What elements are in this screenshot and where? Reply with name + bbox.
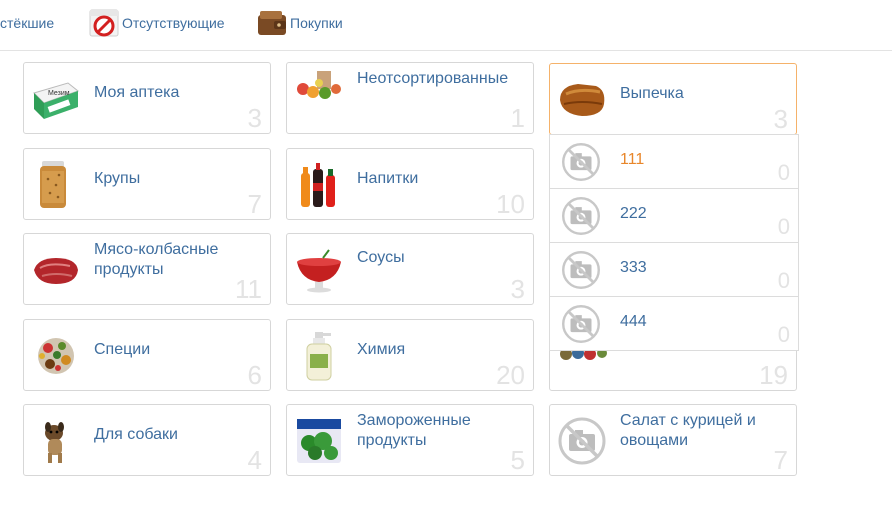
bread-icon	[556, 74, 608, 126]
no-entry-icon	[88, 7, 120, 39]
category-name: Напитки	[357, 170, 419, 187]
category-card-spices[interactable]: Специи 6	[23, 319, 271, 391]
svg-text:Мезим: Мезим	[48, 90, 70, 97]
dog-icon	[30, 415, 82, 467]
category-card-pharmacy[interactable]: Мезим Моя аптека 3	[23, 62, 271, 134]
spices-icon	[30, 330, 82, 382]
category-name: Салат с курицей и овощами	[620, 412, 756, 449]
subcategory-name: 444	[620, 313, 647, 330]
subcategory-name: 111	[620, 151, 645, 168]
item-count: 0	[777, 322, 790, 347]
no-photo-icon	[560, 195, 602, 237]
item-count: 10	[496, 189, 525, 219]
tab-purchases-label: Покупки	[290, 15, 343, 31]
item-count: 0	[777, 268, 790, 293]
no-photo-icon	[560, 249, 602, 291]
subcategory-item-444[interactable]: 444 0	[550, 296, 798, 350]
category-name: Замороженные продукты	[357, 412, 471, 449]
item-count: 7	[773, 445, 788, 475]
category-card-meat[interactable]: Мясо-колбасные продукты 11	[23, 233, 271, 305]
item-count: 6	[247, 360, 262, 390]
subcategory-item-222[interactable]: 222 0	[550, 188, 798, 242]
item-count: 20	[496, 360, 525, 390]
tab-expired[interactable]: стёкшие	[0, 0, 54, 46]
category-name: Моя аптека	[94, 84, 180, 101]
category-name: Выпечка	[620, 85, 684, 102]
item-count: 5	[510, 445, 525, 475]
category-card-sauces[interactable]: Соусы 3	[286, 233, 534, 305]
category-card-drinks[interactable]: Напитки 10	[286, 148, 534, 220]
item-count: 3	[247, 103, 262, 133]
groceries-icon	[293, 65, 345, 117]
subcategory-name: 333	[620, 259, 647, 276]
no-photo-icon	[556, 415, 608, 467]
category-card-dog[interactable]: Для собаки 4	[23, 404, 271, 476]
subcategory-item-333[interactable]: 333 0	[550, 242, 798, 296]
no-photo-icon	[560, 141, 602, 183]
category-card-unsorted[interactable]: Неотсортированные 1	[286, 62, 534, 134]
item-count: 19	[759, 360, 788, 390]
item-count: 0	[777, 214, 790, 239]
category-name: Крупы	[94, 170, 141, 187]
item-count: 0	[777, 160, 790, 185]
category-name: Химия	[357, 341, 406, 358]
category-name: Соусы	[357, 249, 405, 266]
wallet-icon	[256, 7, 288, 39]
top-tab-bar: стёкшие Отсутствующие Покупки	[0, 0, 892, 51]
category-card-frozen[interactable]: Замороженные продукты 5	[286, 404, 534, 476]
drinks-icon	[293, 159, 345, 211]
tab-expired-label: стёкшие	[0, 15, 55, 31]
soap-bottle-icon	[293, 330, 345, 382]
meat-icon	[30, 244, 82, 296]
category-name: Для собаки	[94, 426, 178, 443]
sauce-bowl-icon	[293, 244, 345, 296]
tab-missing[interactable]: Отсутствующие	[88, 0, 225, 46]
category-card-chemistry[interactable]: Химия 20	[286, 319, 534, 391]
category-card-bakery[interactable]: Выпечка 3	[549, 63, 797, 135]
item-count: 3	[510, 274, 525, 304]
category-card-salad[interactable]: Салат с курицей и овощами 7	[549, 404, 797, 476]
item-count: 11	[235, 274, 262, 304]
medicine-box-icon: Мезим	[30, 73, 82, 125]
item-count: 1	[510, 103, 525, 133]
frozen-broccoli-icon	[293, 415, 345, 467]
category-card-grains[interactable]: Крупы 7	[23, 148, 271, 220]
bakery-subcategory-dropdown: 111 0 222 0 333 0 444 0	[549, 134, 799, 351]
category-name: Специи	[94, 341, 151, 358]
item-count: 4	[247, 445, 262, 475]
no-photo-icon	[560, 303, 602, 345]
subcategory-item-111[interactable]: 111 0	[550, 134, 798, 188]
tab-purchases[interactable]: Покупки	[256, 0, 343, 46]
category-name: Неотсортированные	[357, 70, 509, 87]
item-count: 7	[247, 189, 262, 219]
tab-missing-label: Отсутствующие	[122, 15, 225, 31]
subcategory-name: 222	[620, 205, 647, 222]
item-count: 3	[773, 104, 788, 134]
grain-bag-icon	[30, 159, 82, 211]
